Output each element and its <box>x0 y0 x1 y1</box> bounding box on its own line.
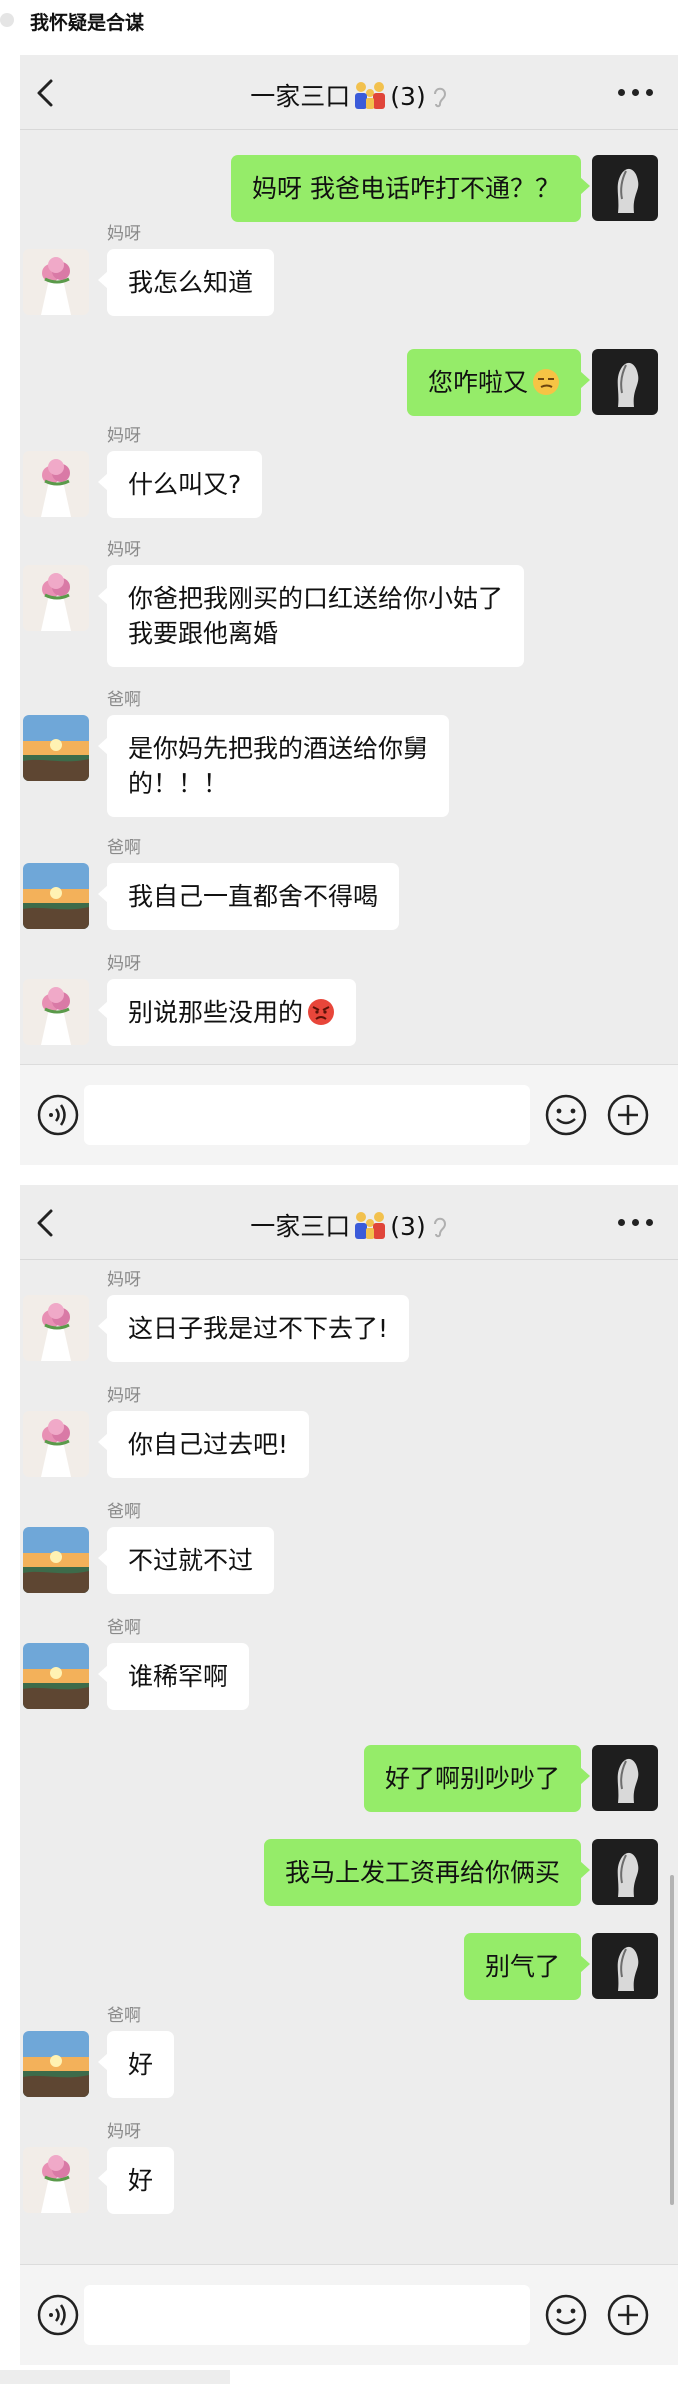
plus-icon[interactable] <box>606 2293 650 2337</box>
chat-title: 一家三口 (3) <box>20 77 678 113</box>
mom-avatar[interactable] <box>23 565 89 631</box>
voice-icon[interactable] <box>36 1093 80 1137</box>
emoji-icon[interactable] <box>544 2293 588 2337</box>
sender-name: 妈呀 <box>107 426 141 446</box>
message-line: 你爸把我刚买的口红送给你小姑了 <box>128 584 504 613</box>
message-text: 您咋啦又 <box>427 368 528 397</box>
ear-icon <box>433 1217 446 1238</box>
message-bubble[interactable]: 你爸把我刚买的口红送给你小姑了 我要跟他离婚 <box>97 565 525 667</box>
input-bar <box>20 1064 678 1165</box>
sender-name: 爸啊 <box>107 838 141 858</box>
message-bubble[interactable]: 我怎么知道 <box>97 249 275 316</box>
chat-title-text: 一家三口 <box>250 1212 351 1241</box>
member-count: (3) <box>390 1212 426 1241</box>
message-bubble[interactable]: 这日子我是过不下去了! <box>97 1295 410 1362</box>
message-line: 的！！！ <box>128 769 229 798</box>
footer-strip <box>0 2370 230 2384</box>
dad-avatar[interactable] <box>23 1527 89 1593</box>
mom-avatar[interactable] <box>23 2147 89 2213</box>
message-bubble-self[interactable]: 我马上发工资再给你俩买 <box>263 1839 591 1906</box>
smirk-face-icon <box>533 369 559 395</box>
message-bubble[interactable]: 别说那些没用的 <box>97 979 357 1046</box>
mom-avatar[interactable] <box>23 1295 89 1361</box>
input-bar <box>20 2264 678 2365</box>
sender-name: 爸啊 <box>107 2006 141 2026</box>
more-options-icon[interactable] <box>614 1211 658 1233</box>
chat-screenshot-2: 一家三口 (3) 妈呀 这日子我是过不下去了! 妈呀 你自己过去吧! 爸啊 不过就… <box>20 1185 678 2365</box>
sender-name: 妈呀 <box>107 954 141 974</box>
mom-avatar[interactable] <box>23 451 89 517</box>
message-line: 我要跟他离婚 <box>128 619 279 648</box>
message-bubble-self[interactable]: 好了啊别吵吵了 <box>363 1745 591 1812</box>
chat-navbar: 一家三口 (3) <box>20 1185 678 1260</box>
emoji-icon[interactable] <box>544 1093 588 1137</box>
chat-navbar: 一家三口 (3) <box>20 55 678 130</box>
message-bubble[interactable]: 什么叫又? <box>97 451 263 518</box>
message-input[interactable] <box>84 2285 530 2345</box>
message-bubble[interactable]: 你自己过去吧! <box>97 1411 310 1478</box>
member-count: (3) <box>390 82 426 111</box>
sender-name: 妈呀 <box>107 1386 141 1406</box>
sender-name: 妈呀 <box>107 1270 141 1290</box>
family-emoji-icon <box>355 1212 386 1239</box>
message-bubble[interactable]: 不过就不过 <box>97 1527 275 1594</box>
dad-avatar[interactable] <box>23 2031 89 2097</box>
self-avatar[interactable] <box>592 155 658 221</box>
message-bubble[interactable]: 好 <box>97 2031 175 2098</box>
self-avatar[interactable] <box>592 349 658 415</box>
chat-screenshot-1: 一家三口 (3) 妈呀 我爸电话咋打不通？？ 妈呀 我怎么知道 您咋啦又 妈呀 什… <box>20 55 678 1165</box>
message-bubble[interactable]: 我自己一直都舍不得喝 <box>97 863 400 930</box>
self-avatar[interactable] <box>592 1745 658 1811</box>
chat-title: 一家三口 (3) <box>20 1207 678 1243</box>
angry-face-icon <box>308 999 335 1025</box>
ear-icon <box>433 87 446 108</box>
chat-title-text: 一家三口 <box>250 82 351 111</box>
message-bubble-self[interactable]: 别气了 <box>463 1933 591 2000</box>
plus-icon[interactable] <box>606 1093 650 1137</box>
scrollbar[interactable] <box>670 1875 674 2205</box>
more-options-icon[interactable] <box>614 81 658 103</box>
sender-name: 爸啊 <box>107 690 141 710</box>
mom-avatar[interactable] <box>23 979 89 1045</box>
message-bubble-self[interactable]: 您咋啦又 <box>406 349 591 416</box>
message-bubble[interactable]: 好 <box>97 2147 175 2214</box>
dad-avatar[interactable] <box>23 715 89 781</box>
self-avatar[interactable] <box>592 1933 658 1999</box>
sender-name: 妈呀 <box>107 224 141 244</box>
family-emoji-icon <box>355 82 386 109</box>
message-text: 别说那些没用的 <box>128 998 304 1027</box>
sender-name: 妈呀 <box>107 540 141 560</box>
post-header: 我怀疑是合谋 <box>0 0 684 44</box>
sender-name: 爸啊 <box>107 1618 141 1638</box>
message-line: 是你妈先把我的酒送给你舅 <box>128 734 429 763</box>
dad-avatar[interactable] <box>23 863 89 929</box>
post-title: 我怀疑是合谋 <box>30 12 145 34</box>
user-avatar-dot <box>0 13 14 27</box>
message-bubble[interactable]: 谁稀罕啊 <box>97 1643 250 1710</box>
dad-avatar[interactable] <box>23 1643 89 1709</box>
voice-icon[interactable] <box>36 2293 80 2337</box>
message-bubble[interactable]: 是你妈先把我的酒送给你舅 的！！！ <box>97 715 450 817</box>
message-bubble-self[interactable]: 妈呀 我爸电话咋打不通？？ <box>231 155 590 222</box>
self-avatar[interactable] <box>592 1839 658 1905</box>
mom-avatar[interactable] <box>23 1411 89 1477</box>
mom-avatar[interactable] <box>23 249 89 315</box>
message-input[interactable] <box>84 1085 530 1145</box>
sender-name: 妈呀 <box>107 2122 141 2142</box>
sender-name: 爸啊 <box>107 1502 141 1522</box>
